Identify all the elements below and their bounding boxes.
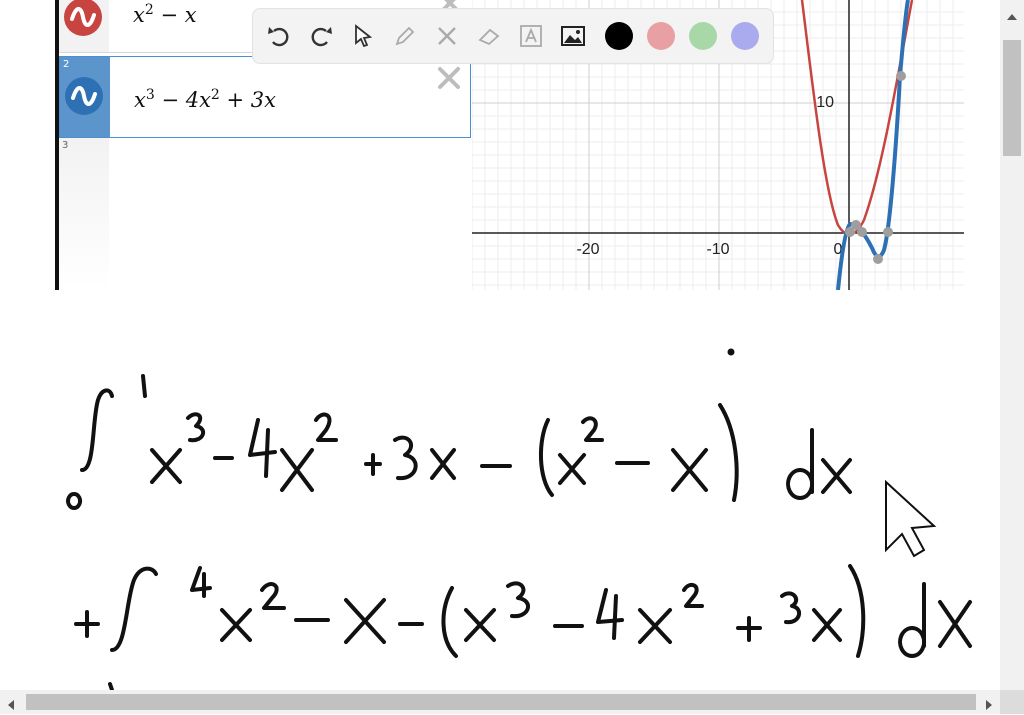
- close-icon[interactable]: [436, 65, 462, 91]
- expression-item-3[interactable]: 3: [59, 138, 471, 290]
- color-swatch-black[interactable]: [605, 22, 633, 50]
- root-point[interactable]: [883, 227, 893, 237]
- tools-icon[interactable]: [433, 22, 461, 50]
- integral-sign: [80, 388, 114, 472]
- parabola-curve[interactable]: [800, 0, 914, 236]
- integral-sign: [110, 566, 158, 652]
- handwritten-work: [66, 348, 972, 690]
- expression-item-2[interactable]: 2 x3 − 4x2 + 3x: [59, 56, 471, 138]
- expression-latex[interactable]: x3 − 4x2 + 3x: [134, 87, 276, 112]
- image-icon[interactable]: [559, 22, 587, 50]
- y-tick-label: 10: [816, 94, 834, 111]
- vertical-scrollbar[interactable]: [1000, 0, 1024, 714]
- x-tick-label: -20: [576, 241, 599, 258]
- lower-limit: [66, 492, 83, 510]
- x-tick-label: -10: [706, 241, 729, 258]
- mouse-cursor-icon: [885, 479, 937, 558]
- pointer-icon[interactable]: [349, 22, 377, 50]
- min-point[interactable]: [873, 254, 883, 264]
- scroll-up-arrow-icon[interactable]: [1006, 6, 1018, 25]
- expression-number: 3: [62, 140, 69, 151]
- color-swatch-blue[interactable]: [731, 22, 759, 50]
- text-icon[interactable]: [517, 22, 545, 50]
- pen-icon[interactable]: [391, 22, 419, 50]
- color-swatch-red[interactable]: [647, 22, 675, 50]
- scrollbar-corner: [1000, 690, 1024, 714]
- undo-icon[interactable]: [265, 22, 293, 50]
- expression-number: 2: [63, 59, 70, 70]
- intersection-point[interactable]: [896, 71, 906, 81]
- color-swatch-green[interactable]: [689, 22, 717, 50]
- upper-limit: [141, 374, 147, 398]
- vertical-scroll-thumb[interactable]: [1003, 40, 1021, 156]
- expression-latex[interactable]: x2 − x: [133, 2, 197, 27]
- horizontal-scroll-thumb[interactable]: [26, 694, 976, 710]
- expression-tab[interactable]: 2: [60, 57, 110, 137]
- horizontal-scrollbar[interactable]: [0, 690, 1000, 714]
- scroll-right-arrow-icon[interactable]: [985, 696, 993, 715]
- eraser-icon[interactable]: [475, 22, 503, 50]
- annotation-toolbar: [252, 8, 774, 64]
- expression-tab[interactable]: 3: [59, 138, 109, 290]
- root-point[interactable]: [857, 227, 867, 237]
- wave-icon[interactable]: [65, 77, 103, 115]
- scroll-left-arrow-icon[interactable]: [7, 696, 15, 715]
- expression-tab[interactable]: [59, 0, 109, 52]
- wave-icon[interactable]: [64, 0, 102, 36]
- redo-icon[interactable]: [307, 22, 335, 50]
